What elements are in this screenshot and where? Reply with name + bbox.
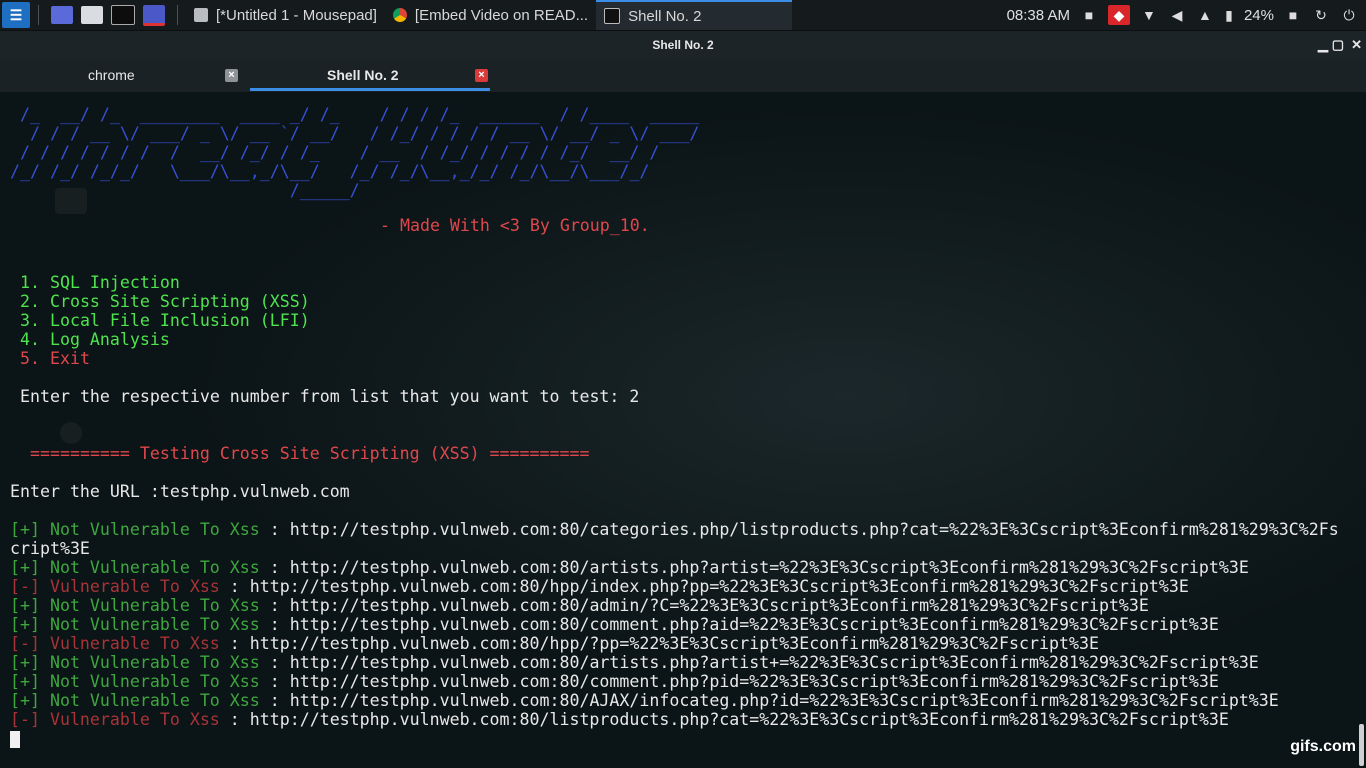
menu-item: 3. Local File Inclusion (LFI) (20, 311, 310, 330)
task-shell[interactable]: Shell No. 2 (596, 0, 793, 30)
url-prompt: Enter the URL :testphp.vulnweb.com (10, 482, 350, 501)
result-line: cript%3E (10, 539, 90, 558)
task-mousepad[interactable]: [*Untitled 1 - Mousepad] (186, 0, 385, 30)
close-icon[interactable]: ✕ (1351, 31, 1362, 59)
result-line: [-] Vulnerable To Xss : http://testphp.v… (10, 634, 1099, 653)
kali-menu-icon[interactable]: ☰ (2, 2, 30, 28)
file-manager-icon[interactable] (81, 6, 103, 24)
battery-icon[interactable]: ▮ (1224, 7, 1234, 23)
result-line: [+] Not Vulnerable To Xss : http://testp… (10, 672, 1219, 691)
tab-close-icon[interactable]: × (475, 69, 488, 82)
minimize-icon[interactable]: ▁ (1318, 31, 1328, 59)
task-label: [*Untitled 1 - Mousepad] (216, 6, 377, 24)
ascii-banner-line: /_/ /_/ /_/_/ \___/\__,_/\__/ /_/ /_/\__… (10, 162, 650, 181)
result-line: [+] Not Vulnerable To Xss : http://testp… (10, 653, 1259, 672)
result-url: : http://testphp.vulnweb.com:80/comment.… (259, 615, 1219, 634)
system-tray: 08:38 AM ■ ◆ ▼ ◀ ▲ ▮ 24% ■ ↻ ⏻ (1007, 0, 1366, 30)
tab-close-icon[interactable]: × (225, 69, 238, 82)
result-line: [+] Not Vulnerable To Xss : http://testp… (10, 558, 1249, 577)
terminal-task-icon (604, 8, 621, 24)
result-url: : http://testphp.vulnweb.com:80/admin/?C… (259, 596, 1149, 615)
menu-item: 1. SQL Injection (20, 273, 180, 292)
top-panel: ☰ [*Untitled 1 - Mousepad] [Embed Video … (0, 0, 1366, 31)
chrome-icon (392, 8, 407, 22)
result-url: : http://testphp.vulnweb.com:80/hpp/inde… (219, 577, 1189, 596)
result-url: : http://testphp.vulnweb.com:80/comment.… (259, 672, 1219, 691)
watermark: gifs.com (1290, 738, 1356, 755)
screen-recorder-icon[interactable] (143, 4, 165, 26)
result-status: [+] Not Vulnerable To Xss (10, 596, 260, 615)
mousepad-icon (194, 8, 208, 22)
result-status: [-] Vulnerable To Xss (10, 710, 220, 729)
result-line: [-] Vulnerable To Xss : http://testphp.v… (10, 710, 1229, 729)
result-line: [+] Not Vulnerable To Xss : http://testp… (10, 596, 1149, 615)
clock[interactable]: 08:38 AM (1007, 7, 1070, 24)
lock-icon[interactable]: ■ (1284, 7, 1302, 23)
power-icon[interactable]: ⏻ (1340, 7, 1358, 23)
result-url: cript%3E (10, 539, 90, 558)
selection-prompt: Enter the respective number from list th… (20, 387, 640, 406)
result-status: [+] Not Vulnerable To Xss (10, 672, 260, 691)
menu-item: 4. Log Analysis (20, 330, 170, 349)
refresh-icon[interactable]: ↻ (1312, 7, 1330, 23)
terminal-icon[interactable] (111, 5, 135, 25)
desktop-icon[interactable] (51, 6, 73, 24)
credit-line: - Made With <3 By Group_10. (380, 216, 650, 235)
maximize-icon[interactable]: ▢ (1332, 31, 1344, 59)
window-title: Shell No. 2 (652, 38, 714, 52)
task-label: [Embed Video on READ... (414, 6, 589, 24)
tab-label: chrome (88, 67, 135, 83)
result-status: [-] Vulnerable To Xss (10, 577, 220, 596)
terminal-cursor (10, 731, 20, 748)
menu-item: 2. Cross Site Scripting (XSS) (20, 292, 310, 311)
result-status: [+] Not Vulnerable To Xss (10, 691, 260, 710)
task-chrome[interactable]: [Embed Video on READ... (385, 0, 596, 30)
section-header: ========== Testing Cross Site Scripting … (30, 444, 590, 463)
result-url: : http://testphp.vulnweb.com:80/artists.… (259, 558, 1249, 577)
result-line: [+] Not Vulnerable To Xss : http://testp… (10, 615, 1219, 634)
task-label: Shell No. 2 (628, 7, 702, 25)
result-status: [-] Vulnerable To Xss (10, 634, 220, 653)
result-url: : http://testphp.vulnweb.com:80/artists.… (259, 653, 1259, 672)
active-tab-indicator (250, 88, 490, 91)
terminal-output[interactable]: /_ __/ /_ ________ ____ _/ /_ / / / /_ _… (0, 92, 1366, 768)
ascii-banner-line: /_ __/ /_ ________ ____ _/ /_ / / / /_ _… (10, 105, 700, 124)
tab-label: Shell No. 2 (327, 67, 399, 83)
volume-icon[interactable]: ◀ (1168, 7, 1186, 23)
result-url: : http://testphp.vulnweb.com:80/categori… (259, 520, 1339, 539)
panel-separator (177, 5, 178, 25)
result-url: : http://testphp.vulnweb.com:80/listprod… (219, 710, 1229, 729)
battery-percent: 24% (1243, 6, 1274, 24)
result-url: : http://testphp.vulnweb.com:80/AJAX/inf… (259, 691, 1279, 710)
tab-chrome[interactable]: chrome (88, 59, 135, 92)
result-status: [+] Not Vulnerable To Xss (10, 615, 260, 634)
camera-icon[interactable]: ■ (1080, 7, 1098, 23)
result-url: : http://testphp.vulnweb.com:80/hpp/?pp=… (219, 634, 1099, 653)
window-titlebar: Shell No. 2 ▁ ▢ ✕ (0, 31, 1366, 59)
wifi-icon[interactable]: ▼ (1140, 7, 1158, 23)
anydesk-icon[interactable]: ◆ (1107, 5, 1130, 25)
ascii-banner-line: /_____/ (10, 181, 360, 200)
ascii-banner-line: / / / / / / / / __/ /_/ / /_ / __ / /_/ … (10, 143, 660, 162)
result-line: [+] Not Vulnerable To Xss : http://testp… (10, 520, 1339, 539)
panel-separator (38, 5, 39, 25)
result-status: [+] Not Vulnerable To Xss (10, 520, 260, 539)
result-status: [+] Not Vulnerable To Xss (10, 558, 260, 577)
notification-bell-icon[interactable]: ▲ (1196, 7, 1214, 23)
result-line: [+] Not Vulnerable To Xss : http://testp… (10, 691, 1279, 710)
result-status: [+] Not Vulnerable To Xss (10, 653, 260, 672)
desktop-ghost-icon (60, 422, 82, 444)
tab-bar: chrome × Shell No. 2 × (0, 59, 1366, 92)
result-line: [-] Vulnerable To Xss : http://testphp.v… (10, 577, 1189, 596)
ascii-banner-line: / / / __ \/ ___/ _ \/ __ `/ __/ / /_/ / … (10, 124, 700, 143)
terminal-scrollbar[interactable] (1359, 724, 1364, 766)
menu-item: 5. Exit (20, 349, 90, 368)
